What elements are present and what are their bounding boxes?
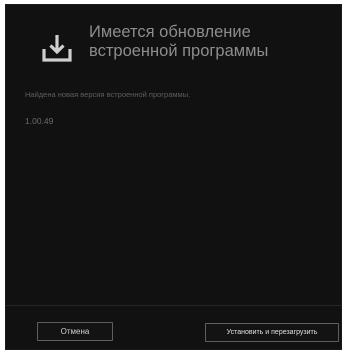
install-and-restart-button[interactable]: Установить и перезагрузить (205, 323, 339, 342)
download-tray-icon (41, 32, 73, 64)
dialog-title: Имеется обновление встроенной программы (89, 23, 269, 60)
dialog-header: Имеется обновление встроенной программы (36, 23, 336, 73)
update-description: Найдена новая версия встроенной программ… (25, 90, 191, 99)
footer-divider (6, 305, 341, 306)
firmware-version: 1.00.49 (25, 116, 54, 126)
cancel-button[interactable]: Отмена (37, 322, 113, 341)
firmware-update-dialog: Имеется обновление встроенной программы … (5, 4, 342, 350)
